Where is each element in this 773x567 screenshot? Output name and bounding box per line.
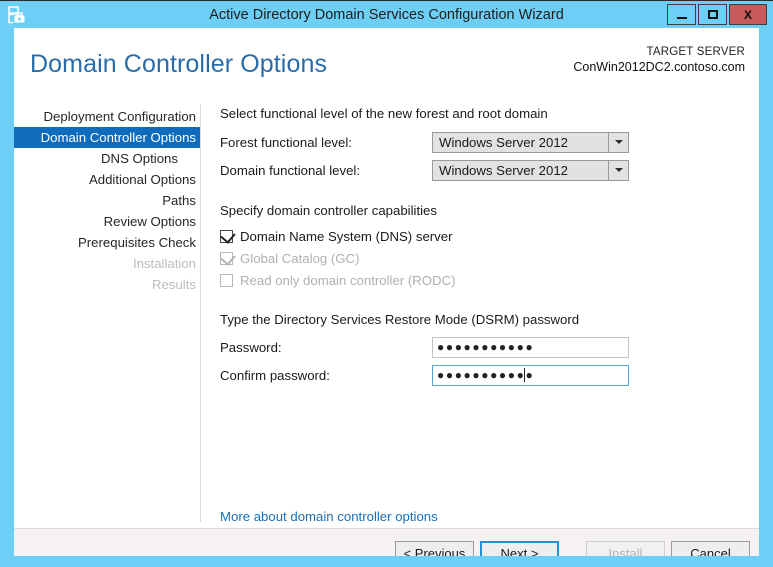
sidebar-item-installation: Installation <box>14 253 200 274</box>
sidebar-divider <box>200 104 201 522</box>
server-wizard-icon <box>8 6 26 24</box>
password-label: Password: <box>220 339 282 355</box>
install-button: Install <box>586 541 665 556</box>
chevron-down-icon[interactable] <box>608 160 628 180</box>
sidebar-item-results: Results <box>14 274 200 295</box>
maximize-icon <box>707 10 718 19</box>
sidebar-item-label: Installation <box>132 256 196 271</box>
sidebar-item-label: Results <box>152 277 196 292</box>
sidebar-item-label: Deployment Configuration <box>43 109 196 124</box>
checkbox-read-only-domain-controller: Read only domain controller (RODC) <box>220 270 750 290</box>
sidebar-item-label: Prerequisites Check <box>77 235 196 250</box>
window-title: Active Directory Domain Services Configu… <box>209 7 564 23</box>
confirm-password-row: Confirm password: <box>220 364 750 386</box>
minimize-button[interactable] <box>667 4 696 25</box>
title-bar: Active Directory Domain Services Configu… <box>0 0 773 28</box>
sidebar-item-label: Domain Controller Options <box>40 130 196 145</box>
confirm-password-input[interactable] <box>432 364 629 386</box>
more-about-domain-controller-options-link[interactable]: More about domain controller options <box>220 509 438 524</box>
sidebar-item-dns-options[interactable]: DNS Options <box>14 148 200 169</box>
target-server-name: ConWin2012DC2.contoso.com <box>573 60 745 74</box>
target-server-block: TARGET SERVER ConWin2012DC2.contoso.com <box>573 45 745 75</box>
checkbox-label: Global Catalog (GC) <box>240 250 360 266</box>
text-caret <box>524 367 525 382</box>
sidebar-item-deployment-configuration[interactable]: Deployment Configuration <box>14 106 200 127</box>
sidebar-item-label: Paths <box>162 193 196 208</box>
confirm-password-label: Confirm password: <box>220 367 330 383</box>
forest-functional-level-row: Forest functional level: Windows Server … <box>220 131 750 153</box>
page-title: Domain Controller Options <box>30 50 328 78</box>
capabilities-heading: Specify domain controller capabilities <box>220 203 437 218</box>
dsrm-password-heading: Type the Directory Services Restore Mode… <box>220 312 580 327</box>
target-server-label: TARGET SERVER <box>646 46 745 58</box>
functional-level-heading: Select functional level of the new fores… <box>220 106 548 121</box>
password-row: Password: <box>220 336 750 358</box>
page-header: Domain Controller Options TARGET SERVER … <box>14 28 759 88</box>
minimize-icon <box>676 16 687 19</box>
sidebar-item-paths[interactable]: Paths <box>14 190 200 211</box>
wizard-window: Active Directory Domain Services Configu… <box>0 0 773 567</box>
cancel-button[interactable]: Cancel <box>671 541 750 556</box>
confirm-password-field-wrap <box>432 364 629 386</box>
forest-functional-level-select[interactable]: Windows Server 2012 <box>432 131 629 153</box>
checkbox-global-catalog: Global Catalog (GC) <box>220 248 750 268</box>
chevron-down-icon[interactable] <box>608 132 628 152</box>
password-field-wrap <box>432 336 629 358</box>
maximize-button[interactable] <box>698 4 727 25</box>
domain-functional-level-select[interactable]: Windows Server 2012 <box>432 159 629 181</box>
wizard-footer: < Previous Next > Install Cancel <box>14 528 759 556</box>
main-content: Select functional level of the new fores… <box>220 106 750 386</box>
sidebar-item-prerequisites-check[interactable]: Prerequisites Check <box>14 232 200 253</box>
wizard-navigation: Deployment Configuration Domain Controll… <box>14 106 200 526</box>
sidebar-item-label: Additional Options <box>88 172 196 187</box>
close-button[interactable]: X <box>729 4 767 25</box>
previous-button[interactable]: < Previous <box>395 541 474 556</box>
next-button[interactable]: Next > <box>480 541 559 556</box>
sidebar-item-additional-options[interactable]: Additional Options <box>14 169 200 190</box>
domain-functional-level-value: Windows Server 2012 <box>439 162 569 178</box>
sidebar-item-label: Review Options <box>103 214 196 229</box>
checkbox-icon-checked-disabled <box>220 249 236 266</box>
checkbox-icon-checked <box>220 227 236 244</box>
checkbox-icon-unchecked-disabled <box>220 273 233 287</box>
close-icon: X <box>743 7 752 22</box>
wizard-page: Domain Controller Options TARGET SERVER … <box>14 28 759 556</box>
domain-functional-level-label: Domain functional level: <box>220 162 361 178</box>
domain-functional-level-row: Domain functional level: Windows Server … <box>220 159 750 181</box>
sidebar-item-domain-controller-options[interactable]: Domain Controller Options <box>14 127 200 148</box>
sidebar-item-review-options[interactable]: Review Options <box>14 211 200 232</box>
forest-functional-level-label: Forest functional level: <box>220 134 352 150</box>
password-input[interactable] <box>432 336 629 358</box>
sidebar-item-label: DNS Options <box>101 151 178 166</box>
forest-functional-level-value: Windows Server 2012 <box>439 134 569 150</box>
checkbox-label: Read only domain controller (RODC) <box>240 272 456 288</box>
checkbox-label: Domain Name System (DNS) server <box>240 228 453 244</box>
checkbox-dns-server[interactable]: Domain Name System (DNS) server <box>220 226 750 246</box>
